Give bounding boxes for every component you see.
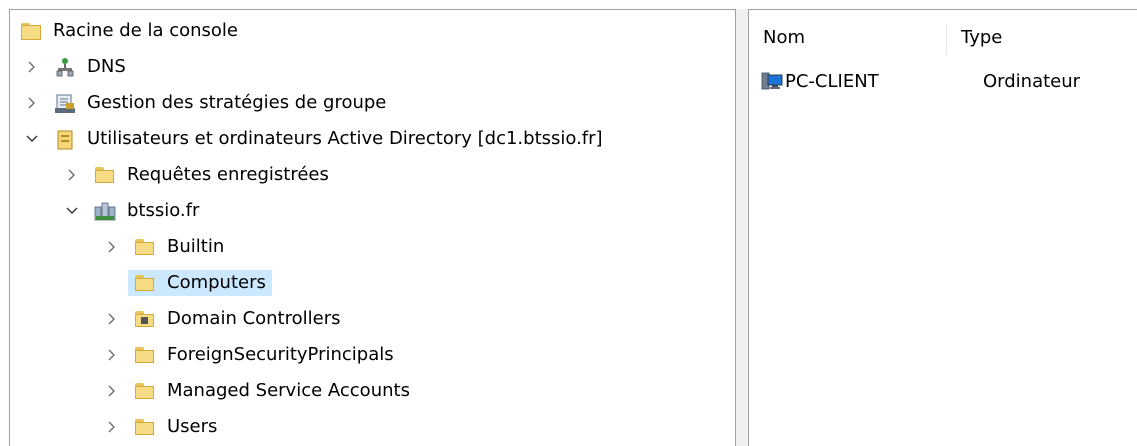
tree-item-domain[interactable]: btssio.fr: [64, 194, 205, 228]
folder-icon: [134, 273, 156, 293]
chevron-down-icon[interactable]: [64, 203, 80, 219]
tree-item-fsp[interactable]: ForeignSecurityPrincipals: [104, 338, 400, 372]
column-header-name[interactable]: Nom: [763, 10, 943, 64]
chevron-right-icon[interactable]: [104, 347, 120, 363]
chevron-right-icon[interactable]: [104, 419, 120, 435]
tree-item-label: Utilisateurs et ordinateurs Active Direc…: [87, 128, 603, 149]
column-divider[interactable]: [946, 24, 947, 54]
chevron-down-icon[interactable]: [24, 131, 40, 147]
folder-icon: [134, 345, 156, 365]
active-directory-icon: [54, 129, 76, 150]
tree-item-console-root[interactable]: Racine de la console: [20, 14, 244, 48]
tree-item-dns[interactable]: DNS: [24, 50, 132, 84]
column-header-type[interactable]: Type: [961, 10, 1131, 64]
tree-item-label: Gestion des stratégies de groupe: [87, 92, 387, 113]
folder-icon: [134, 417, 156, 437]
tree-item-label: DNS: [87, 56, 126, 77]
tree-item-saved-queries[interactable]: Requêtes enregistrées: [64, 158, 335, 192]
chevron-right-icon[interactable]: [64, 167, 80, 183]
chevron-right-icon[interactable]: [24, 59, 40, 75]
tree-item-computers[interactable]: Computers: [128, 266, 272, 300]
chevron-right-icon[interactable]: [104, 239, 120, 255]
folder-icon: [20, 21, 42, 41]
ou-folder-icon: [134, 309, 156, 329]
selection-highlight: Computers: [128, 270, 272, 296]
column-header-label: Type: [961, 26, 1003, 48]
tree-item-label: Managed Service Accounts: [167, 380, 410, 401]
list-item[interactable]: PC-CLIENT Ordinateur: [761, 64, 1080, 98]
tree-item-msa[interactable]: Managed Service Accounts: [104, 374, 416, 408]
tree-item-label: ForeignSecurityPrincipals: [167, 344, 394, 365]
folder-icon: [134, 381, 156, 401]
domain-icon: [94, 201, 116, 221]
chevron-right-icon[interactable]: [104, 311, 120, 327]
tree-item-label: Users: [167, 416, 218, 437]
tree-item-domain-controllers[interactable]: Domain Controllers: [104, 302, 347, 336]
tree-item-label: Builtin: [167, 236, 225, 257]
column-header-label: Nom: [763, 26, 806, 48]
tree-item-label: Requêtes enregistrées: [127, 164, 329, 185]
computer-icon: [761, 71, 783, 91]
pane-splitter[interactable]: [736, 9, 748, 446]
tree-item-aduc[interactable]: Utilisateurs et ordinateurs Active Direc…: [24, 122, 609, 156]
tree-item-label: Racine de la console: [53, 20, 239, 41]
tree-item-builtin[interactable]: Builtin: [104, 230, 230, 264]
folder-icon: [94, 165, 116, 185]
tree-item-label: btssio.fr: [127, 200, 200, 221]
folder-icon: [134, 237, 156, 257]
tree-item-label: Computers: [167, 272, 266, 293]
chevron-right-icon[interactable]: [24, 95, 40, 111]
dns-server-icon: [54, 57, 76, 77]
tree-item-label: Domain Controllers: [167, 308, 341, 329]
chevron-right-icon[interactable]: [104, 383, 120, 399]
group-policy-icon: [54, 93, 76, 113]
list-item-type: Ordinateur: [983, 70, 1081, 92]
results-list-pane[interactable]: Nom Type PC-CLIENT Ordinateur: [748, 9, 1137, 446]
tree-item-gpo[interactable]: Gestion des stratégies de groupe: [24, 86, 392, 120]
console-tree-pane[interactable]: Racine de la console DNS Gestion des str…: [9, 9, 736, 446]
tree-item-users[interactable]: Users: [104, 410, 223, 444]
list-item-name: PC-CLIENT: [785, 70, 879, 92]
